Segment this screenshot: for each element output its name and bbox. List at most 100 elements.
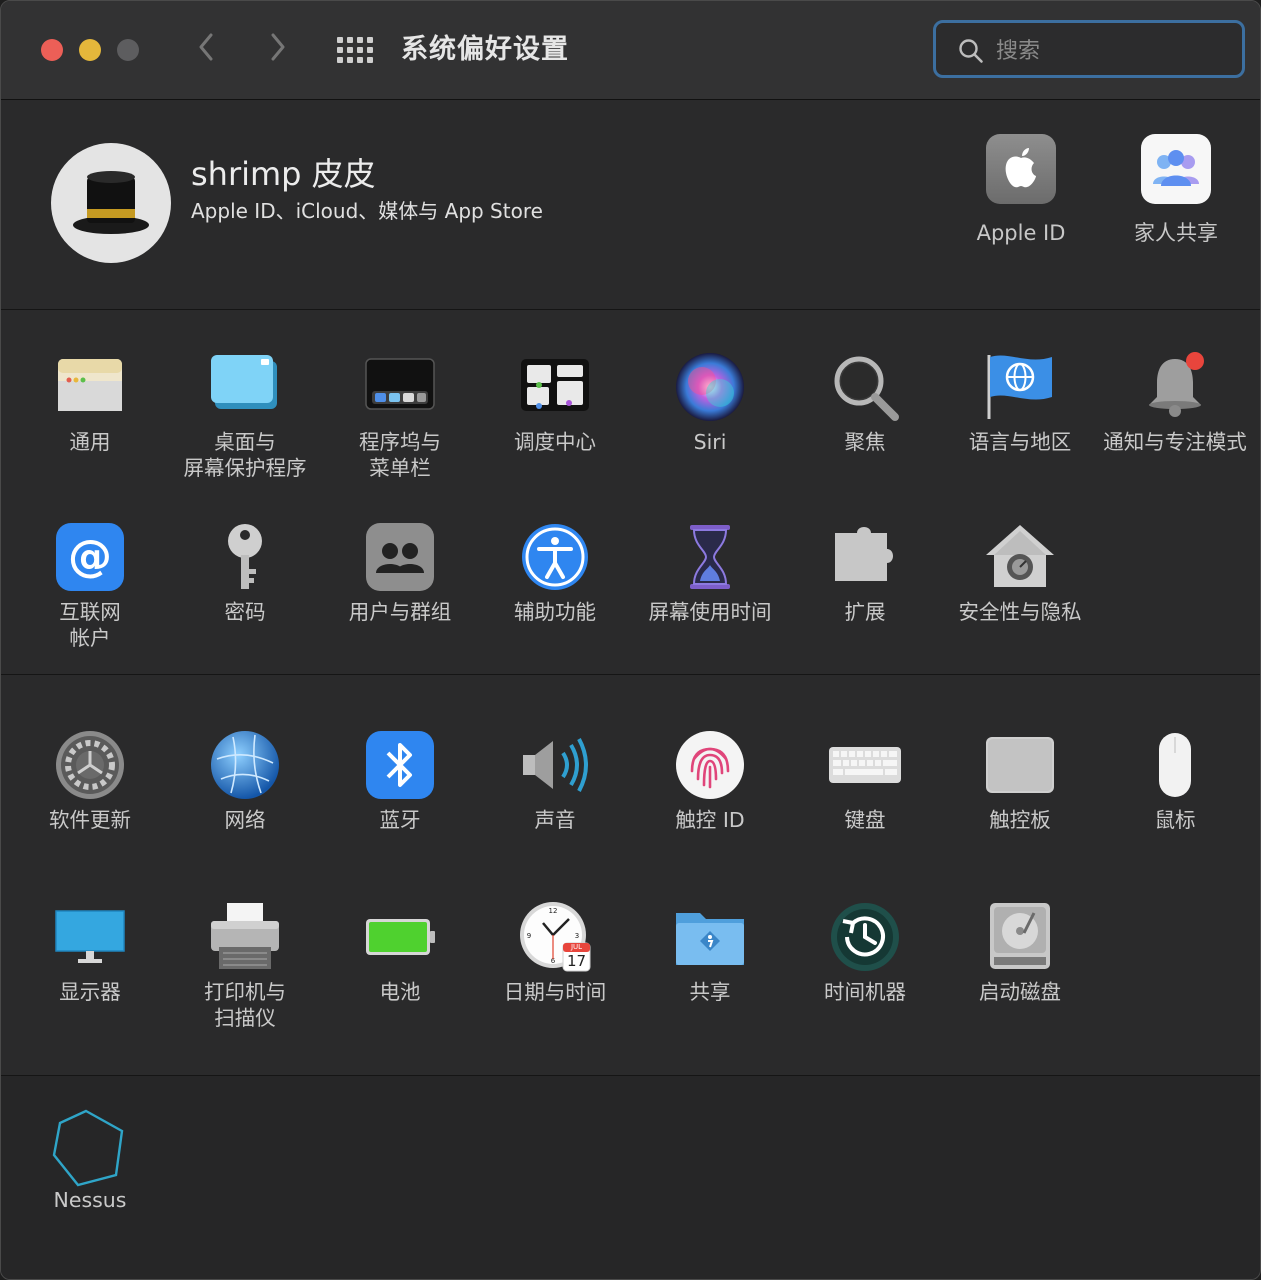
family-sharing-pane[interactable]: 家人共享 bbox=[1096, 134, 1256, 248]
pane-displays[interactable]: 显示器 bbox=[15, 901, 165, 1005]
back-button[interactable] bbox=[191, 33, 221, 67]
sharing-folder-icon bbox=[674, 901, 746, 973]
calendar-month: JUL bbox=[570, 943, 583, 951]
other-panes-section: Nessus bbox=[1, 1076, 1260, 1279]
dock-icon bbox=[364, 351, 436, 423]
pane-label: 软件更新 bbox=[49, 808, 131, 832]
pane-general[interactable]: 通用 bbox=[15, 351, 165, 455]
svg-text:@: @ bbox=[68, 531, 112, 582]
zoom-button[interactable] bbox=[117, 39, 139, 61]
svg-text:3: 3 bbox=[575, 932, 579, 940]
user-subtitle: Apple ID、iCloud、媒体与 App Store bbox=[191, 199, 543, 223]
battery-icon bbox=[364, 901, 436, 973]
pane-sharing[interactable]: 共享 bbox=[635, 901, 785, 1005]
pane-security-privacy[interactable]: 安全性与隐私 bbox=[945, 521, 1095, 625]
pane-desktop-screensaver[interactable]: 桌面与 屏幕保护程序 bbox=[170, 351, 320, 481]
minimize-button[interactable] bbox=[79, 39, 101, 61]
trackpad-icon bbox=[984, 729, 1056, 801]
pane-extensions[interactable]: 扩展 bbox=[790, 521, 940, 625]
pane-time-machine[interactable]: 时间机器 bbox=[790, 901, 940, 1005]
pane-battery[interactable]: 电池 bbox=[325, 901, 475, 1005]
pane-label: 通用 bbox=[69, 430, 111, 454]
pane-accessibility[interactable]: 辅助功能 bbox=[480, 521, 630, 625]
time-machine-icon bbox=[829, 901, 901, 973]
account-section: shrimp 皮皮 Apple ID、iCloud、媒体与 App Store … bbox=[1, 100, 1260, 310]
siri-icon bbox=[674, 351, 746, 423]
apple-id-label: Apple ID bbox=[976, 221, 1066, 245]
apple-id-pane[interactable]: Apple ID bbox=[941, 134, 1101, 248]
pane-software-update[interactable]: 软件更新 bbox=[15, 729, 165, 833]
pane-label: 屏幕使用时间 bbox=[648, 600, 772, 624]
clock-calendar-icon: 12 3 6 9 JUL 17 bbox=[519, 901, 591, 973]
pane-users-groups[interactable]: 用户与群组 bbox=[325, 521, 475, 625]
fingerprint-icon bbox=[674, 729, 746, 801]
pane-label: 密码 bbox=[224, 600, 266, 624]
pane-label: 鼠标 bbox=[1154, 808, 1196, 832]
pane-mouse[interactable]: 鼠标 bbox=[1100, 729, 1250, 833]
window-title: 系统偏好设置 bbox=[401, 34, 569, 65]
pane-label: 通知与专注模式 bbox=[1103, 430, 1247, 454]
disk-icon bbox=[984, 901, 1056, 973]
mission-control-icon bbox=[519, 351, 591, 423]
pane-printers-scanners[interactable]: 打印机与 扫描仪 bbox=[170, 901, 320, 1031]
pane-spotlight[interactable]: 聚焦 bbox=[790, 351, 940, 455]
pane-label: 安全性与隐私 bbox=[958, 600, 1082, 624]
pane-network[interactable]: 网络 bbox=[170, 729, 320, 833]
bluetooth-icon bbox=[364, 729, 436, 801]
pane-startup-disk[interactable]: 启动磁盘 bbox=[945, 901, 1095, 1005]
show-all-grid-button[interactable] bbox=[337, 37, 373, 63]
pane-siri[interactable]: Siri bbox=[635, 351, 785, 455]
pane-date-time[interactable]: 12 3 6 9 JUL 17 日期与时间 bbox=[480, 901, 630, 1005]
pane-label: 程序坞与 菜单栏 bbox=[359, 430, 441, 480]
house-lock-icon bbox=[984, 521, 1056, 593]
pane-mission-control[interactable]: 调度中心 bbox=[480, 351, 630, 455]
calendar-day: 17 bbox=[566, 952, 587, 970]
speaker-icon bbox=[519, 729, 591, 801]
printer-icon bbox=[209, 901, 281, 973]
gear-icon bbox=[54, 729, 126, 801]
pane-label: 扩展 bbox=[844, 600, 886, 624]
pane-internet-accounts[interactable]: @ 互联网 帐户 bbox=[15, 521, 165, 651]
globe-network-icon bbox=[209, 729, 281, 801]
close-button[interactable] bbox=[41, 39, 63, 61]
pane-sound[interactable]: 声音 bbox=[480, 729, 630, 833]
hourglass-icon bbox=[674, 521, 746, 593]
pane-label: 键盘 bbox=[844, 808, 886, 832]
personal-panes-section: 通用 桌面与 屏幕保护程序 程序坞与 菜单栏 调度中心 Siri 聚焦 语言与地… bbox=[1, 310, 1260, 675]
pane-keyboard[interactable]: 键盘 bbox=[790, 729, 940, 833]
pane-label: 辅助功能 bbox=[514, 600, 596, 624]
puzzle-icon bbox=[829, 521, 901, 593]
language-flag-icon bbox=[984, 351, 1056, 423]
search-input[interactable] bbox=[994, 33, 1228, 69]
pane-passwords[interactable]: 密码 bbox=[170, 521, 320, 625]
pane-notifications-focus[interactable]: 通知与专注模式 bbox=[1100, 351, 1250, 455]
hardware-panes-section: 软件更新 网络 蓝牙 声音 触控 ID 键盘 触控板 鼠标 显示器 打印机与 扫… bbox=[1, 675, 1260, 1076]
hexagon-icon bbox=[52, 1109, 126, 1187]
search-field[interactable] bbox=[933, 20, 1245, 78]
users-icon bbox=[364, 521, 436, 593]
pane-label: 显示器 bbox=[59, 980, 121, 1004]
general-icon bbox=[54, 351, 126, 423]
pane-trackpad[interactable]: 触控板 bbox=[945, 729, 1095, 833]
accessibility-icon bbox=[519, 521, 591, 593]
pane-label: 互联网 帐户 bbox=[59, 600, 121, 650]
system-preferences-window: 系统偏好设置 shrimp 皮皮 Apple ID、iCloud、媒体与 App… bbox=[0, 0, 1261, 1280]
pane-label: 触控板 bbox=[989, 808, 1051, 832]
forward-button[interactable] bbox=[263, 33, 293, 67]
pane-language-region[interactable]: 语言与地区 bbox=[945, 351, 1095, 455]
pane-screen-time[interactable]: 屏幕使用时间 bbox=[635, 521, 785, 625]
pane-label: 聚焦 bbox=[844, 430, 886, 454]
pane-label: 时间机器 bbox=[824, 980, 906, 1004]
pane-dock-menubar[interactable]: 程序坞与 菜单栏 bbox=[325, 351, 475, 481]
spotlight-icon bbox=[829, 351, 901, 423]
pane-bluetooth[interactable]: 蓝牙 bbox=[325, 729, 475, 833]
pane-nessus[interactable]: Nessus bbox=[15, 1109, 165, 1213]
avatar[interactable] bbox=[51, 143, 171, 263]
pane-label: 打印机与 扫描仪 bbox=[204, 980, 286, 1030]
pane-label: 网络 bbox=[224, 808, 266, 832]
pane-label: 声音 bbox=[534, 808, 576, 832]
display-icon bbox=[54, 901, 126, 973]
pane-label: 共享 bbox=[689, 980, 731, 1004]
pane-touch-id[interactable]: 触控 ID bbox=[635, 729, 785, 833]
pane-label: 电池 bbox=[379, 980, 421, 1004]
